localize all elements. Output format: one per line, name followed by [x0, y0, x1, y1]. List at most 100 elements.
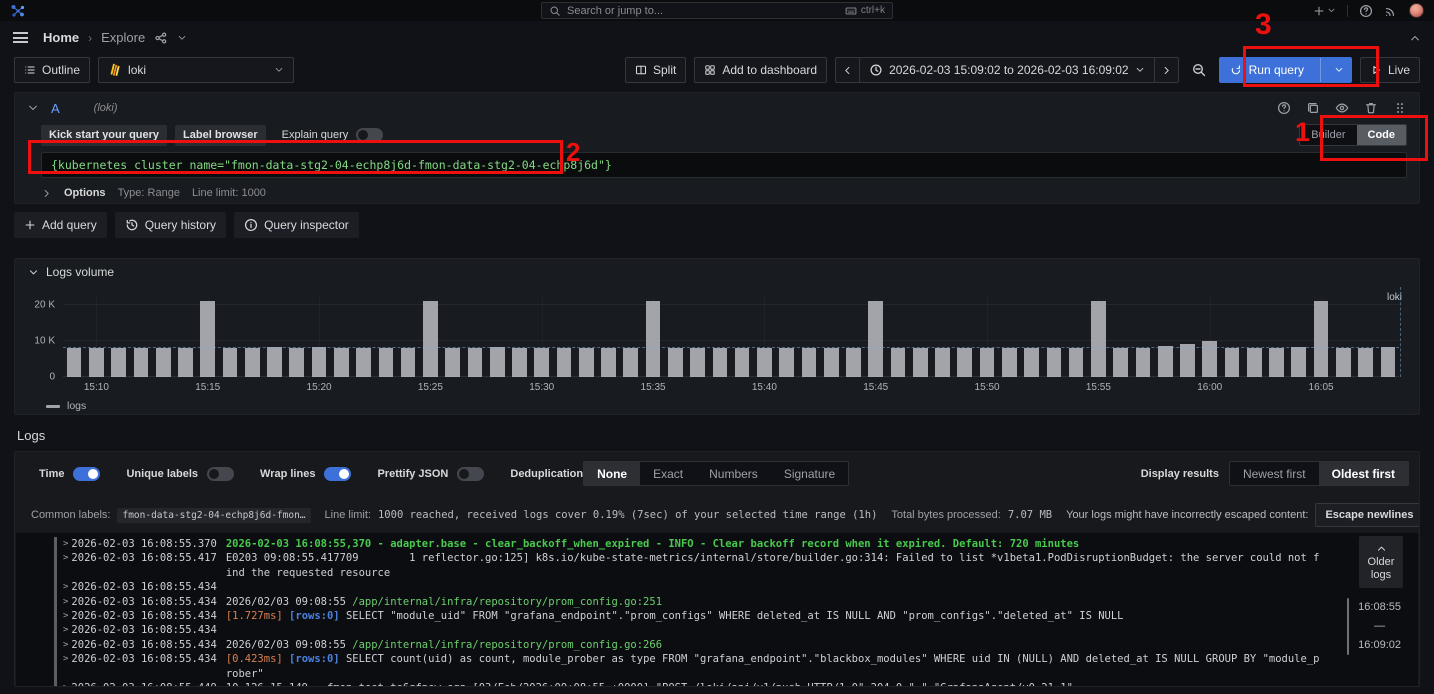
log-expand-icon[interactable]: >	[63, 609, 68, 623]
log-row[interactable]: >2026-02-03 16:08:55.3702026-02-03 16:08…	[16, 537, 1418, 551]
breadcrumb-home[interactable]: Home	[43, 30, 79, 45]
volume-bar[interactable]	[445, 348, 460, 377]
chevron-down-icon[interactable]	[177, 33, 187, 43]
volume-bar[interactable]	[802, 348, 817, 377]
log-row[interactable]: >2026-02-03 16:08:55.434	[16, 580, 1418, 594]
news-icon[interactable]	[1384, 4, 1398, 18]
legend[interactable]: logs	[46, 400, 1419, 412]
volume-bar[interactable]	[646, 301, 661, 377]
volume-bar[interactable]	[1113, 348, 1128, 377]
help-icon[interactable]	[1359, 4, 1373, 18]
log-row[interactable]: >2026-02-03 16:08:55.44910.126.15.149 - …	[16, 681, 1418, 687]
duplicate-query-icon[interactable]	[1306, 101, 1320, 115]
collapse-volume-icon[interactable]	[28, 267, 39, 278]
volume-bar[interactable]	[1091, 301, 1106, 377]
volume-bar[interactable]	[623, 348, 638, 377]
volume-bar[interactable]	[913, 348, 928, 377]
scroll-track[interactable]	[1347, 598, 1349, 655]
add-query-button[interactable]: Add query	[14, 212, 107, 238]
order-option-newest-first[interactable]: Newest first	[1230, 462, 1319, 485]
volume-bar[interactable]	[1269, 348, 1284, 377]
volume-bar[interactable]	[690, 348, 705, 377]
dedup-option-none[interactable]: None	[584, 462, 640, 485]
volume-bar[interactable]	[401, 348, 416, 377]
datasource-picker[interactable]: loki	[98, 57, 294, 83]
prettify-json-toggle[interactable]	[457, 467, 484, 481]
volume-bar[interactable]	[468, 348, 483, 377]
delete-query-icon[interactable]	[1364, 101, 1378, 115]
unique-labels-toggle[interactable]	[207, 467, 234, 481]
dedup-option-numbers[interactable]: Numbers	[696, 462, 771, 485]
volume-bar[interactable]	[846, 348, 861, 377]
volume-bar[interactable]	[89, 348, 104, 377]
logs-volume-plot[interactable]: 010 K20 K	[63, 297, 1399, 377]
volume-bar[interactable]	[557, 348, 572, 377]
log-row[interactable]: >2026-02-03 16:08:55.4342026/02/03 09:08…	[16, 595, 1418, 609]
volume-bar[interactable]	[1158, 346, 1173, 377]
volume-bar[interactable]	[735, 348, 750, 377]
log-row[interactable]: >2026-02-03 16:08:55.4342026/02/03 09:08…	[16, 638, 1418, 652]
log-row[interactable]: >2026-02-03 16:08:55.417E0203 09:08:55.4…	[16, 551, 1418, 580]
volume-bar[interactable]	[356, 348, 371, 377]
volume-bar[interactable]	[1069, 348, 1084, 377]
volume-bar[interactable]	[779, 348, 794, 377]
volume-bar[interactable]	[267, 347, 282, 377]
volume-bar[interactable]	[111, 348, 126, 377]
volume-bar[interactable]	[423, 301, 438, 377]
kick-start-button[interactable]: Kick start your query	[41, 125, 167, 146]
grafana-logo[interactable]	[10, 3, 26, 19]
dedup-option-signature[interactable]: Signature	[771, 462, 848, 485]
volume-bar[interactable]	[200, 301, 215, 377]
volume-bar[interactable]	[1247, 348, 1262, 377]
escape-newlines-button[interactable]: Escape newlines	[1315, 503, 1420, 527]
volume-bar[interactable]	[1136, 348, 1151, 377]
log-row[interactable]: >2026-02-03 16:08:55.434[0.423ms] [rows:…	[16, 652, 1418, 681]
drag-handle-icon[interactable]	[1393, 101, 1407, 115]
common-labels-value[interactable]: fmon-data-stg2-04-echp8j6d-fmon…	[117, 508, 310, 523]
wrap-lines-toggle[interactable]	[324, 467, 351, 481]
volume-bar[interactable]	[289, 348, 304, 377]
log-expand-icon[interactable]: >	[63, 623, 68, 637]
log-expand-icon[interactable]: >	[63, 580, 68, 594]
volume-bar[interactable]	[534, 348, 549, 377]
share-icon[interactable]	[154, 31, 168, 45]
volume-bar[interactable]	[67, 348, 82, 377]
menu-icon[interactable]	[13, 32, 28, 43]
new-menu-button[interactable]	[1313, 5, 1336, 17]
volume-bar[interactable]	[824, 348, 839, 377]
volume-bar[interactable]	[668, 348, 683, 377]
dedup-option-exact[interactable]: Exact	[640, 462, 696, 485]
time-toggle[interactable]	[73, 467, 100, 481]
run-query-dropdown[interactable]	[1327, 65, 1351, 75]
query-history-button[interactable]: Query history	[115, 212, 226, 238]
order-option-oldest-first[interactable]: Oldest first	[1319, 462, 1408, 485]
volume-bar[interactable]	[1336, 348, 1351, 377]
builder-mode-tab[interactable]: Builder	[1300, 125, 1356, 145]
older-logs-button[interactable]: Older logs	[1359, 536, 1403, 588]
volume-bar[interactable]	[1291, 347, 1306, 377]
volume-bar[interactable]	[1381, 347, 1396, 377]
volume-bar[interactable]	[512, 348, 527, 377]
volume-bar[interactable]	[245, 348, 260, 377]
volume-bar[interactable]	[178, 348, 193, 377]
run-query-button[interactable]: Run query	[1219, 57, 1352, 83]
options-expand-icon[interactable]	[41, 188, 52, 199]
time-range-back-button[interactable]	[835, 57, 859, 83]
log-row[interactable]: >2026-02-03 16:08:55.434	[16, 623, 1418, 637]
zoom-out-button[interactable]	[1187, 57, 1211, 83]
volume-bar[interactable]	[1358, 348, 1373, 377]
avatar[interactable]	[1409, 3, 1424, 18]
label-browser-button[interactable]: Label browser	[175, 125, 266, 146]
volume-bar[interactable]	[134, 348, 149, 377]
log-expand-icon[interactable]: >	[63, 551, 68, 580]
live-button[interactable]: Live	[1360, 57, 1420, 83]
volume-bar[interactable]	[868, 301, 883, 377]
volume-bar[interactable]	[1047, 348, 1062, 377]
query-ref-id[interactable]: A	[51, 101, 60, 116]
volume-bar[interactable]	[579, 348, 594, 377]
volume-bar[interactable]	[156, 348, 171, 377]
code-mode-tab[interactable]: Code	[1357, 125, 1407, 145]
log-expand-icon[interactable]: >	[63, 638, 68, 652]
volume-bar[interactable]	[379, 348, 394, 377]
options-label[interactable]: Options	[64, 187, 106, 199]
